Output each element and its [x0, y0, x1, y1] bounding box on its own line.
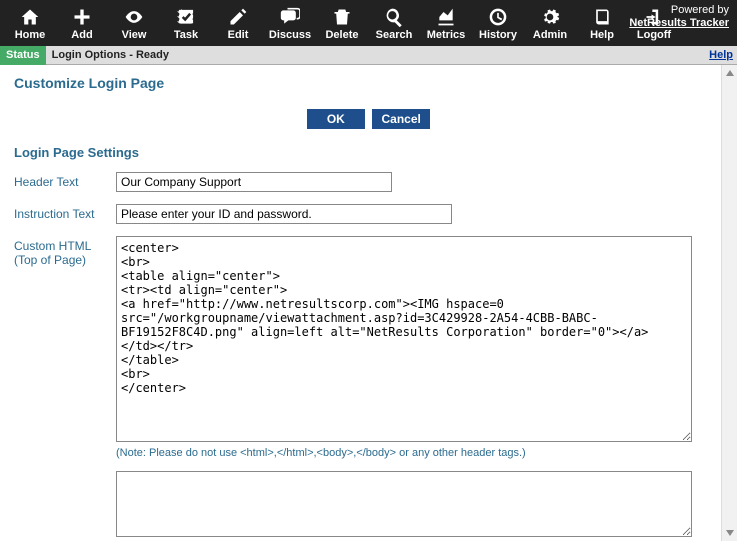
toolbar-label: Metrics [427, 29, 466, 41]
toolbar-history[interactable]: History [472, 5, 524, 41]
toolbar-help[interactable]: Help [576, 5, 628, 41]
chart-icon [436, 7, 456, 27]
ok-button[interactable]: OK [307, 109, 365, 129]
toolbar-edit[interactable]: Edit [212, 5, 264, 41]
main-content: Customize Login Page OK Cancel Login Pag… [0, 65, 737, 541]
toolbar-label: Delete [325, 29, 358, 41]
status-label: Status [0, 46, 46, 65]
toolbar-home[interactable]: Home [4, 5, 56, 41]
trash-icon [332, 7, 352, 27]
book-icon [592, 7, 612, 27]
toolbar-delete[interactable]: Delete [316, 5, 368, 41]
toolbar-label: Home [15, 29, 46, 41]
cancel-button[interactable]: Cancel [372, 109, 430, 129]
toolbar-metrics[interactable]: Metrics [420, 5, 472, 41]
check-icon [176, 7, 196, 27]
chat-icon [280, 7, 300, 27]
toolbar-label: History [479, 29, 517, 41]
powered-by: Powered by NetResults Tracker [629, 4, 729, 30]
toolbar-label: Help [590, 29, 614, 41]
plus-icon [72, 7, 92, 27]
section-heading: Login Page Settings [14, 145, 723, 160]
powered-by-text: Powered by [629, 4, 729, 17]
vertical-scrollbar[interactable] [721, 65, 737, 541]
toolbar-label: Admin [533, 29, 567, 41]
custom-html-bottom-label [14, 471, 116, 474]
custom-html-bottom-textarea[interactable] [116, 471, 692, 537]
toolbar-label: Discuss [269, 29, 311, 41]
button-row: OK Cancel [14, 109, 723, 129]
instruction-text-label: Instruction Text [14, 204, 116, 221]
toolbar-discuss[interactable]: Discuss [264, 5, 316, 41]
custom-html-top-textarea[interactable] [116, 236, 692, 442]
scroll-up-icon[interactable] [722, 65, 737, 81]
toolbar-label: Task [174, 29, 198, 41]
powered-by-link[interactable]: NetResults Tracker [629, 17, 729, 29]
toolbar-view[interactable]: View [108, 5, 160, 41]
toolbar-label: View [122, 29, 147, 41]
toolbar-label: Add [71, 29, 92, 41]
custom-html-label: Custom HTML (Top of Page) [14, 236, 116, 267]
pencil-icon [228, 7, 248, 27]
toolbar-search[interactable]: Search [368, 5, 420, 41]
search-icon [384, 7, 404, 27]
toolbar-label: Search [376, 29, 413, 41]
help-link[interactable]: Help [709, 49, 733, 61]
toolbar-task[interactable]: Task [160, 5, 212, 41]
custom-html-label-line1: Custom HTML [14, 239, 116, 253]
toolbar-add[interactable]: Add [56, 5, 108, 41]
toolbar-admin[interactable]: Admin [524, 5, 576, 41]
eye-icon [124, 7, 144, 27]
clock-icon [488, 7, 508, 27]
header-text-input[interactable] [116, 172, 392, 192]
home-icon [20, 7, 40, 27]
instruction-text-input[interactable] [116, 204, 452, 224]
header-text-label: Header Text [14, 172, 116, 189]
custom-html-label-line2: (Top of Page) [14, 253, 116, 267]
page-title: Customize Login Page [14, 75, 723, 91]
gear-icon [540, 7, 560, 27]
custom-html-note: (Note: Please do not use <html>,</html>,… [116, 447, 692, 459]
toolbar-label: Edit [228, 29, 249, 41]
main-toolbar: Home Add View Task Edit Discuss Delete S… [0, 0, 737, 46]
status-bar: Status Login Options - Ready Help [0, 46, 737, 65]
toolbar-label: Logoff [637, 29, 671, 41]
status-text: Login Options - Ready [46, 49, 169, 61]
scroll-down-icon[interactable] [722, 525, 737, 541]
